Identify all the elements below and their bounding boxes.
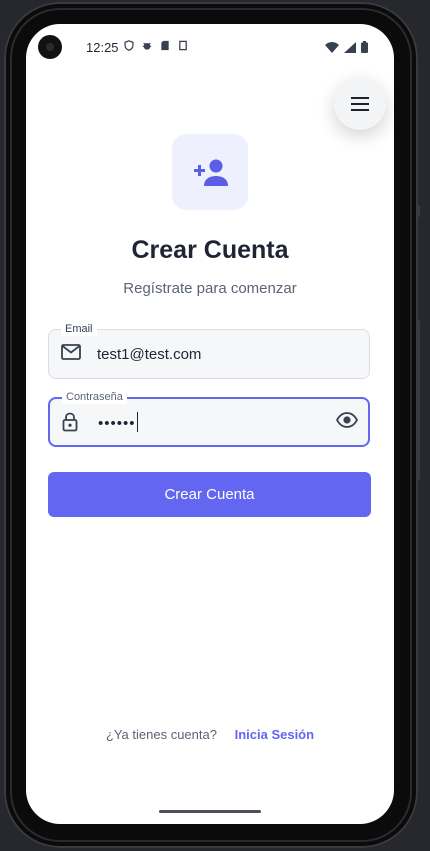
front-camera (38, 35, 62, 59)
hamburger-menu-icon (351, 97, 369, 111)
page-subtitle: Regístrate para comenzar (123, 280, 297, 297)
person-add-icon (194, 159, 228, 186)
mail-icon (61, 344, 81, 360)
page-title: Crear Cuenta (131, 236, 289, 264)
screen-icon (179, 40, 187, 51)
email-field[interactable]: Email test1@test.com (48, 322, 370, 379)
wifi-icon (325, 41, 339, 53)
signin-row: ¿Ya tienes cuenta? Inicia Sesión (26, 727, 394, 742)
password-label: Contraseña (62, 390, 127, 404)
home-indicator[interactable] (159, 810, 261, 813)
app-screen: 12:25 Crear Cuenta Regístrate para comen… (26, 24, 394, 824)
phone-volume-button (416, 320, 420, 480)
vpn-shield-icon (124, 40, 134, 51)
signin-link[interactable]: Inicia Sesión (235, 727, 314, 742)
password-dots: •••••• (98, 415, 136, 432)
battery-icon (361, 41, 368, 53)
bug-icon (142, 42, 152, 50)
status-icons-left (124, 40, 188, 51)
password-field[interactable]: Contraseña •••••• (48, 390, 370, 447)
menu-button[interactable] (334, 78, 386, 130)
sd-card-icon (161, 40, 169, 51)
status-time: 12:25 (86, 40, 119, 55)
signal-icon (344, 41, 356, 53)
status-icons-right (325, 41, 368, 53)
create-account-button[interactable]: Crear Cuenta (48, 472, 371, 517)
signin-prompt: ¿Ya tienes cuenta? (105, 727, 217, 742)
phone-side-button (416, 205, 420, 217)
email-label: Email (61, 322, 97, 336)
email-value: test1@test.com (97, 346, 202, 363)
lock-icon (62, 412, 78, 432)
password-value: •••••• (98, 412, 139, 432)
text-caret (136, 412, 139, 432)
hero-icon-container (172, 134, 248, 210)
eye-icon[interactable] (336, 412, 358, 428)
